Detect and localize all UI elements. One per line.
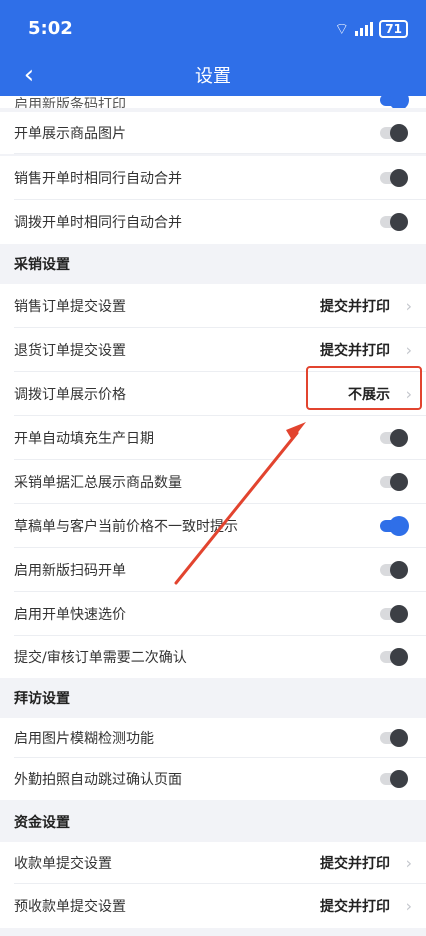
annotation-arrow [174, 422, 306, 585]
